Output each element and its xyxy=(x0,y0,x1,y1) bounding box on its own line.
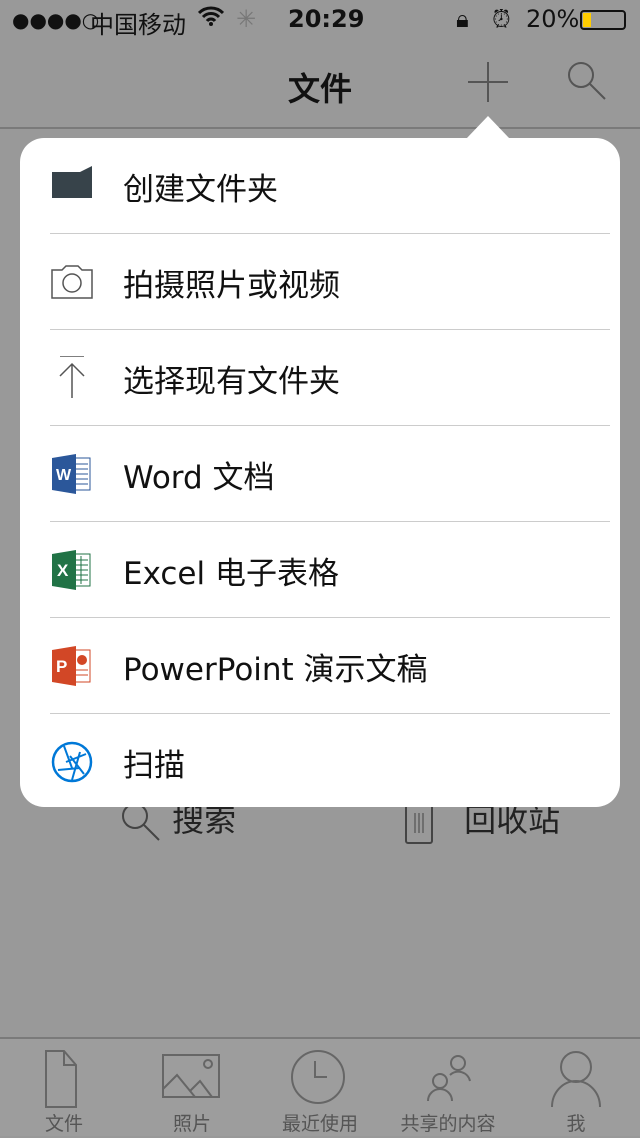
menu-item-label: 拍摄照片或视频 xyxy=(123,268,340,304)
menu-item-label: Word 文档 xyxy=(123,460,275,496)
tab-recent[interactable]: 最近使用 xyxy=(256,1039,384,1138)
tab-me[interactable]: 我 xyxy=(512,1039,640,1138)
tab-label: 我 xyxy=(566,1113,586,1135)
word-icon: W xyxy=(52,454,91,494)
menu-item-label: PowerPoint 演示文稿 xyxy=(123,652,428,688)
upload-icon xyxy=(59,356,85,398)
battery-percent: 20% xyxy=(526,5,580,33)
search-button[interactable] xyxy=(566,60,608,102)
svg-text:P: P xyxy=(56,657,67,676)
powerpoint-icon: P xyxy=(52,646,91,686)
menu-item-label: Excel 电子表格 xyxy=(123,556,339,592)
page-title: 文件 xyxy=(287,70,352,108)
tab-label: 照片 xyxy=(172,1113,211,1135)
menu-item-choose-folder[interactable]: 选择现有文件夹 xyxy=(20,330,620,426)
status-bar: ●●●●○ 中国移动 ✳ 20:29 🔒︎ ⏰︎ 20% xyxy=(0,0,640,40)
menu-item-take-photo[interactable]: 拍摄照片或视频 xyxy=(20,234,620,330)
activity-spinner-icon: ✳ xyxy=(236,5,257,33)
menu-item-create-folder[interactable]: 创建文件夹 xyxy=(20,138,620,234)
svg-text:W: W xyxy=(56,467,72,484)
rotation-lock-icon: 🔒︎ xyxy=(456,5,469,33)
menu-item-label: 选择现有文件夹 xyxy=(123,364,340,400)
menu-item-scan[interactable]: 扫描 xyxy=(20,714,620,810)
camera-icon xyxy=(51,265,93,299)
tab-files[interactable]: 文件 xyxy=(0,1039,128,1138)
signal-strength: ●●●●○ xyxy=(12,8,100,32)
clock-icon xyxy=(291,1050,345,1104)
folder-icon xyxy=(52,166,92,198)
popover-arrow xyxy=(466,116,510,139)
tab-label: 最近使用 xyxy=(281,1113,358,1135)
tab-bar: 文件 照片 最近使用 共享的内容 我 xyxy=(0,1037,640,1136)
people-icon xyxy=(427,1055,471,1102)
new-item-menu: 创建文件夹 拍摄照片或视频 选择现有文件夹 W Word 文档 X Excel … xyxy=(20,138,620,807)
tab-photos[interactable]: 照片 xyxy=(128,1039,256,1138)
excel-icon: X xyxy=(52,550,91,590)
alarm-icon: ⏰︎ xyxy=(492,5,511,33)
carrier: 中国移动 xyxy=(90,11,186,39)
tab-shared[interactable]: 共享的内容 xyxy=(384,1039,512,1138)
menu-item-excel[interactable]: X Excel 电子表格 xyxy=(20,522,620,618)
battery-icon xyxy=(580,10,626,30)
tab-label: 文件 xyxy=(44,1113,83,1135)
menu-item-word[interactable]: W Word 文档 xyxy=(20,426,620,522)
tab-label: 共享的内容 xyxy=(400,1113,496,1135)
nav-bar: 文件 xyxy=(0,40,640,129)
menu-item-label: 扫描 xyxy=(123,748,185,784)
menu-item-label: 创建文件夹 xyxy=(123,172,278,208)
person-icon xyxy=(551,1051,601,1108)
svg-text:X: X xyxy=(57,561,69,580)
scan-icon xyxy=(51,741,93,783)
add-button[interactable] xyxy=(468,62,508,102)
wifi-icon xyxy=(197,5,225,33)
clock: 20:29 xyxy=(288,5,365,33)
photo-icon xyxy=(162,1054,220,1098)
file-icon xyxy=(45,1050,77,1108)
menu-item-powerpoint[interactable]: P PowerPoint 演示文稿 xyxy=(20,618,620,714)
